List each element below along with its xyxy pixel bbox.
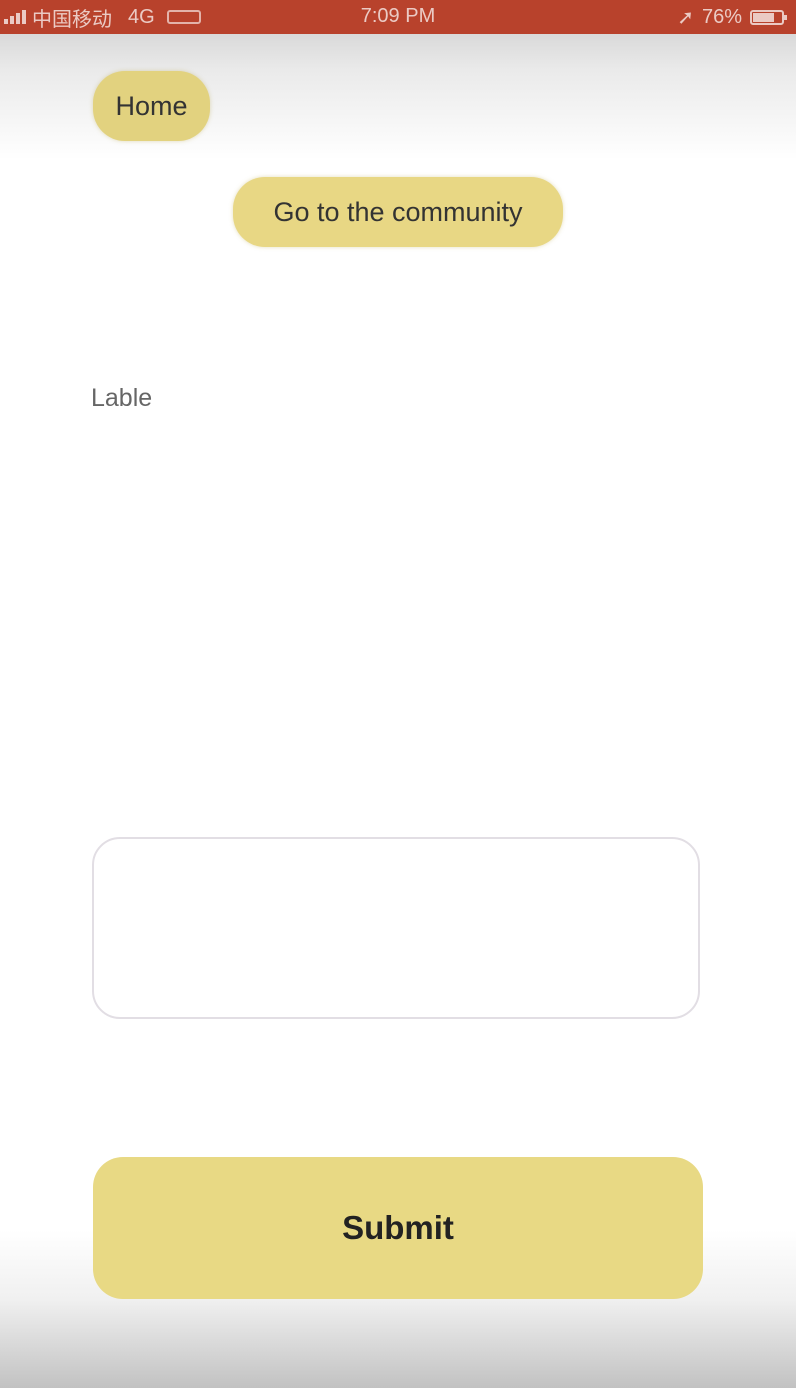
text-input-box[interactable] <box>92 837 700 1019</box>
app-screen: 中国移动 4G 7:09 PM ➚ 76% Home Go to the com… <box>0 0 796 1388</box>
submit-button[interactable]: Submit <box>93 1157 703 1299</box>
form-label: Lable <box>91 384 153 412</box>
status-bar: 中国移动 4G 7:09 PM ➚ 76% <box>0 0 796 34</box>
battery-percent: 76% <box>701 5 742 28</box>
status-right: ➚ 76% <box>677 5 787 30</box>
battery-level <box>753 12 775 22</box>
location-arrow-icon: ➚ <box>677 6 694 29</box>
battery-icon <box>750 9 787 25</box>
home-button[interactable]: Home <box>93 71 210 141</box>
go-to-community-button[interactable]: Go to the community <box>233 177 563 247</box>
